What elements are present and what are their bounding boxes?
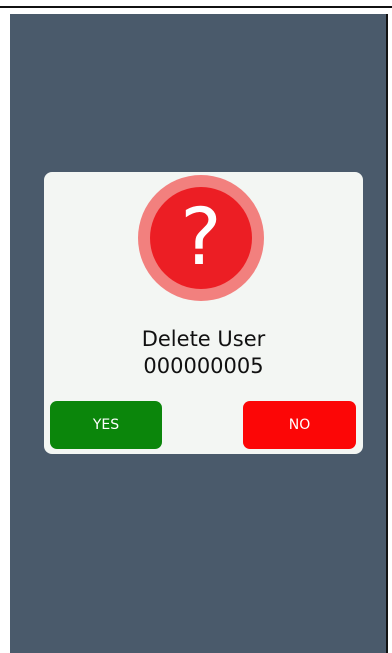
question-mark-glyph: ?	[180, 193, 222, 283]
no-button[interactable]: NO	[243, 401, 356, 449]
confirm-dialog: ? Delete User 000000005 YES NO	[44, 172, 363, 454]
dialog-title: Delete User	[141, 327, 266, 351]
top-border-line	[0, 6, 392, 8]
question-mark-icon: ?	[150, 187, 252, 289]
yes-button[interactable]: YES	[50, 401, 162, 449]
dialog-user-id: 000000005	[143, 354, 264, 378]
